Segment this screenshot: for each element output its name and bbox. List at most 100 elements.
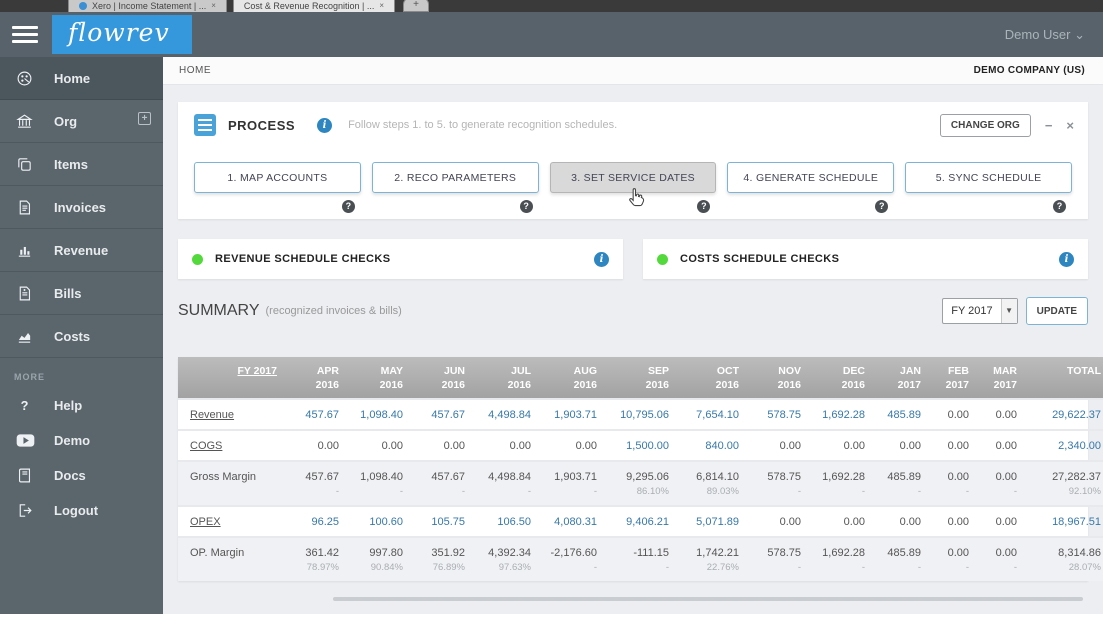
revenue-schedule-checks-panel[interactable]: REVENUE SCHEDULE CHECKS i — [178, 239, 623, 279]
sidebar-item-logout[interactable]: Logout — [0, 493, 163, 528]
sidebar-item-home[interactable]: Home — [0, 57, 163, 100]
column-header: MAY 2016 — [348, 357, 412, 400]
update-button[interactable]: UPDATE — [1025, 297, 1088, 325]
table-cell: 578.75- — [748, 460, 810, 507]
sidebar-item-costs[interactable]: Costs — [0, 315, 163, 358]
hamburger-menu-icon[interactable] — [12, 22, 38, 47]
table-cell[interactable]: 840.00 — [678, 429, 748, 462]
table-cell[interactable]: 9,406.21 — [606, 505, 678, 538]
close-icon[interactable]: × — [1066, 118, 1074, 133]
table-cell[interactable]: 7,654.10 — [678, 398, 748, 431]
table-cell[interactable]: 1,500.00 — [606, 429, 678, 462]
table-cell[interactable]: 2,340.00 — [1026, 429, 1103, 462]
table-cell: 4,392.34 97.63% — [474, 536, 540, 582]
sidebar-item-label: Invoices — [54, 199, 107, 215]
breadcrumb[interactable]: HOME — [179, 65, 211, 76]
fiscal-year-select[interactable]: FY 2017 ▼ — [942, 298, 1018, 324]
table-cell[interactable]: 485.89 — [874, 398, 930, 431]
table-cell: 0.00 — [930, 505, 978, 538]
table-cell[interactable]: 105.75 — [412, 505, 474, 538]
help-icon[interactable]: ? — [519, 200, 533, 213]
summary-subtitle: (recognized invoices & bills) — [265, 305, 402, 317]
browser-tab-flowrev[interactable]: Cost & Revenue Recognition | ... × — [232, 0, 395, 12]
column-header: APR 2016 — [286, 357, 348, 400]
table-cell[interactable]: 5,071.89 — [678, 505, 748, 538]
info-icon[interactable]: i — [317, 117, 333, 133]
horizontal-scrollbar[interactable] — [333, 597, 1083, 601]
table-cell[interactable]: 1,903.71 — [540, 398, 606, 431]
logout-icon — [16, 502, 36, 519]
table-cell[interactable]: 18,967.51 — [1026, 505, 1103, 538]
row-label-link[interactable]: Revenue — [190, 409, 234, 421]
column-header: FEB 2017 — [930, 357, 978, 400]
table-cell: 0.00 — [748, 505, 810, 538]
table-cell: 1,903.71- — [540, 460, 606, 507]
browser-tab-label: Xero | Income Statement | ... — [92, 0, 207, 11]
table-cell[interactable]: 4,498.84 — [474, 398, 540, 431]
info-icon[interactable]: i — [1059, 251, 1074, 267]
table-cell[interactable]: 1,692.28 — [810, 398, 874, 431]
sidebar-item-bills[interactable]: Bills — [0, 272, 163, 315]
step-button-3[interactable]: 3. SET SERVICE DATES — [549, 162, 717, 193]
table-row: COGS 0.00 0.00 0.00 0.00 0.00 1,500.00 840.00 0.… — [178, 429, 1103, 462]
sidebar-item-help[interactable]: ? Help — [0, 388, 163, 423]
step-button-4[interactable]: 4. GENERATE SCHEDULE — [727, 162, 895, 193]
table-cell[interactable]: 96.25 — [286, 505, 348, 538]
table-cell: 0.00 — [348, 429, 412, 462]
sidebar-item-revenue[interactable]: Revenue — [0, 229, 163, 272]
column-header: NOV 2016 — [748, 357, 810, 400]
minimize-icon[interactable]: − — [1045, 118, 1053, 133]
column-header: MAR 2017 — [978, 357, 1026, 400]
add-org-icon[interactable]: + — [138, 112, 151, 125]
help-icon[interactable]: ? — [875, 200, 889, 213]
revenue-checks-title: REVENUE SCHEDULE CHECKS — [215, 253, 391, 265]
process-list-icon — [194, 114, 216, 136]
new-tab-button[interactable]: + — [403, 0, 429, 12]
summary-title: SUMMARY — [178, 302, 260, 319]
user-menu[interactable]: Demo User ⌄ — [1005, 27, 1085, 43]
table-cell: 0.00 — [286, 429, 348, 462]
sidebar-item-label: Home — [54, 70, 91, 86]
dashboard-icon — [16, 70, 36, 87]
sidebar-item-org[interactable]: Org + — [0, 100, 163, 143]
table-cell[interactable]: 106.50 — [474, 505, 540, 538]
close-tab-icon[interactable]: × — [379, 1, 384, 10]
table-cell[interactable]: 10,795.06 — [606, 398, 678, 431]
flowrev-logo[interactable]: flowrev — [52, 15, 192, 54]
close-tab-icon[interactable]: × — [211, 1, 216, 10]
column-header: AUG 2016 — [540, 357, 606, 400]
step-button-1[interactable]: 1. MAP ACCOUNTS — [194, 162, 361, 193]
table-cell[interactable]: 457.67 — [286, 398, 348, 431]
copy-icon — [16, 156, 36, 173]
breadcrumb-bar: HOME DEMO COMPANY (US) — [163, 57, 1103, 85]
step-button-2[interactable]: 2. RECO PARAMETERS — [371, 162, 539, 193]
table-cell: 997.80 90.84% — [348, 536, 412, 582]
table-cell[interactable]: 578.75 — [748, 398, 810, 431]
sidebar-item-invoices[interactable]: Invoices — [0, 186, 163, 229]
sidebar-item-demo[interactable]: Demo — [0, 423, 163, 458]
row-label-link[interactable]: OPEX — [190, 516, 221, 528]
help-icon[interactable]: ? — [341, 200, 355, 213]
help-icon[interactable]: ? — [1053, 200, 1066, 213]
table-row: OPEX 96.25 100.60 105.75 106.50 4,080.31 9,406… — [178, 505, 1103, 538]
table-cell: 27,282.37 92.10% — [1026, 460, 1103, 507]
table-header-fy[interactable]: FY 2017 — [237, 365, 277, 377]
sidebar-item-items[interactable]: Items — [0, 143, 163, 186]
info-icon[interactable]: i — [594, 251, 609, 267]
browser-tab-xero[interactable]: Xero | Income Statement | ... × — [68, 0, 227, 12]
table-cell[interactable]: 457.67 — [412, 398, 474, 431]
table-cell[interactable]: 1,098.40 — [348, 398, 412, 431]
table-cell: 0.00- — [930, 536, 978, 582]
row-label-link[interactable]: COGS — [190, 440, 222, 452]
step-button-5[interactable]: 5. SYNC SCHEDULE — [905, 162, 1072, 193]
help-icon[interactable]: ? — [697, 200, 711, 213]
change-org-button[interactable]: CHANGE ORG — [939, 113, 1031, 137]
table-cell[interactable]: 100.60 — [348, 505, 412, 538]
table-cell[interactable]: 29,622.37 — [1026, 398, 1103, 431]
table-cell[interactable]: 4,080.31 — [540, 505, 606, 538]
sidebar-item-docs[interactable]: Docs — [0, 458, 163, 493]
table-cell: 0.00 — [978, 429, 1026, 462]
browser-tab-strip: Xero | Income Statement | ... × Cost & R… — [0, 0, 1103, 12]
process-steps: 1. MAP ACCOUNTS? 2. RECO PARAMETERS? 3. SE… — [178, 148, 1088, 219]
costs-schedule-checks-panel[interactable]: COSTS SCHEDULE CHECKS i — [643, 239, 1088, 279]
